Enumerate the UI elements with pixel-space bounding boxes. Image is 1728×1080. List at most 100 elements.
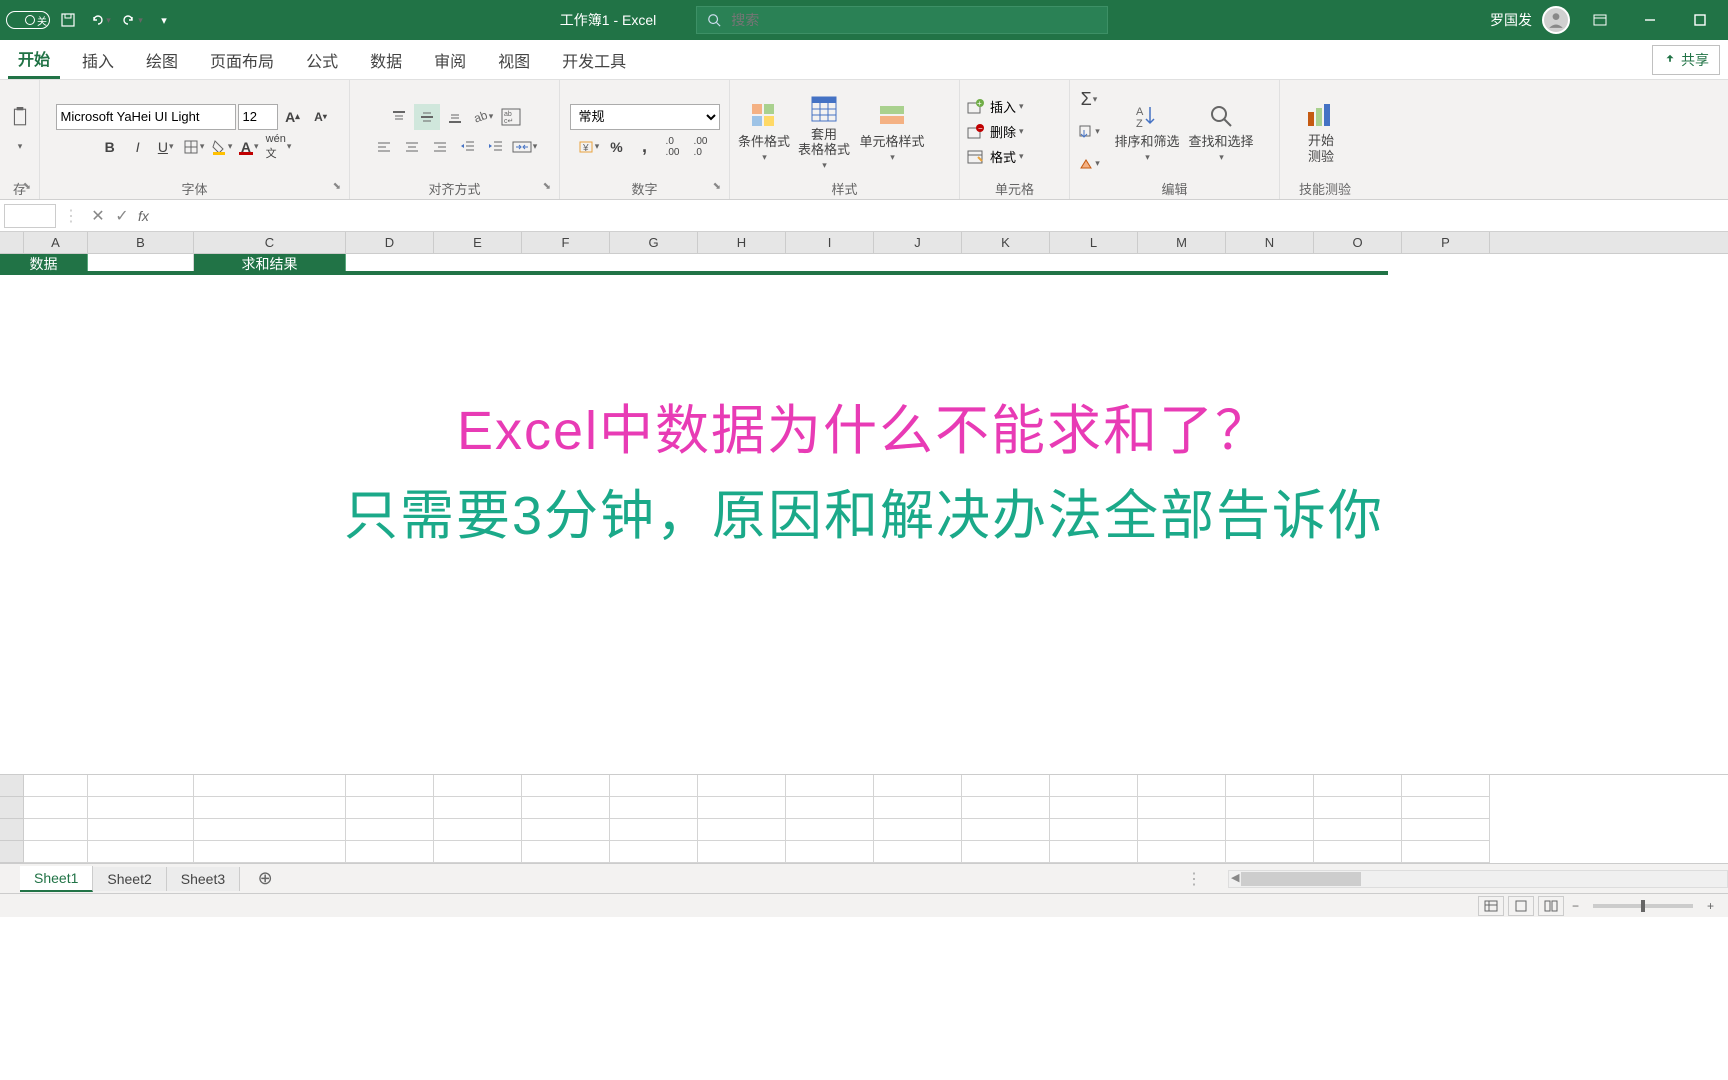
dialog-launcher-icon[interactable]: ⬊ <box>23 181 31 192</box>
clear-icon[interactable]: ▾ <box>1076 151 1102 177</box>
tab-home[interactable]: 开始 <box>8 40 60 79</box>
phonetic-icon[interactable]: wén文▾ <box>265 134 293 160</box>
italic-button[interactable]: I <box>125 134 151 160</box>
sheet-tab-1[interactable]: Sheet1 <box>20 866 93 892</box>
tab-draw[interactable]: 绘图 <box>136 40 188 79</box>
font-color-icon[interactable]: A▾ <box>237 134 263 160</box>
wrap-text-icon[interactable]: abc↵ <box>498 104 524 130</box>
border-icon[interactable]: ▾ <box>181 134 207 160</box>
column-header-D[interactable]: D <box>346 232 434 253</box>
select-all-corner[interactable] <box>0 232 24 253</box>
font-size-select[interactable] <box>238 104 278 130</box>
zoom-slider[interactable] <box>1593 904 1693 908</box>
tab-formulas[interactable]: 公式 <box>296 40 348 79</box>
format-cells-button[interactable]: 格式▾ <box>966 147 1024 166</box>
column-header-J[interactable]: J <box>874 232 962 253</box>
cell-styles-button[interactable]: 单元格样式▾ <box>856 96 928 166</box>
fill-color-icon[interactable]: ▾ <box>209 134 235 160</box>
column-header-F[interactable]: F <box>522 232 610 253</box>
normal-view-icon[interactable] <box>1478 896 1504 916</box>
undo-icon[interactable]: ▾ <box>86 6 114 34</box>
decrease-font-icon[interactable]: A▾ <box>308 104 334 130</box>
decrease-indent-icon[interactable] <box>455 134 481 160</box>
format-as-table-button[interactable]: 套用 表格格式▾ <box>796 89 852 175</box>
orientation-icon[interactable]: ab▾ <box>470 104 496 130</box>
column-header-H[interactable]: H <box>698 232 786 253</box>
page-break-view-icon[interactable] <box>1538 896 1564 916</box>
cell-a1[interactable]: 数据 <box>0 254 88 274</box>
column-header-O[interactable]: O <box>1314 232 1402 253</box>
align-middle-icon[interactable] <box>414 104 440 130</box>
align-right-icon[interactable] <box>427 134 453 160</box>
cell-c1[interactable]: 求和结果 <box>194 254 346 274</box>
column-header-L[interactable]: L <box>1050 232 1138 253</box>
tab-insert[interactable]: 插入 <box>72 40 124 79</box>
align-left-icon[interactable] <box>371 134 397 160</box>
accounting-format-icon[interactable]: ¥▾ <box>576 134 602 160</box>
tab-view[interactable]: 视图 <box>488 40 540 79</box>
delete-cells-button[interactable]: −删除▾ <box>966 122 1024 141</box>
align-center-icon[interactable] <box>399 134 425 160</box>
sheet-tab-3[interactable]: Sheet3 <box>167 867 240 891</box>
search-input[interactable] <box>731 12 1097 28</box>
column-header-C[interactable]: C <box>194 232 346 253</box>
column-header-A[interactable]: A <box>24 232 88 253</box>
tab-review[interactable]: 审阅 <box>424 40 476 79</box>
enter-formula-icon[interactable]: ✓ <box>110 204 134 228</box>
percent-icon[interactable]: % <box>604 134 630 160</box>
zoom-out-button[interactable]: − <box>1568 899 1583 913</box>
column-header-N[interactable]: N <box>1226 232 1314 253</box>
search-box[interactable] <box>696 6 1108 34</box>
merge-center-icon[interactable]: ▾ <box>511 134 539 160</box>
conditional-format-button[interactable]: 条件格式▾ <box>736 96 792 166</box>
worksheet-grid[interactable]: 数据 求和结果 Excel中数据为什么不能求和了？ 只需要3分钟，原因和解决办法… <box>0 254 1728 774</box>
align-top-icon[interactable] <box>386 104 412 130</box>
ribbon-display-icon[interactable] <box>1580 6 1620 34</box>
cell-b1[interactable] <box>88 254 194 274</box>
column-header-E[interactable]: E <box>434 232 522 253</box>
column-header-M[interactable]: M <box>1138 232 1226 253</box>
column-header-K[interactable]: K <box>962 232 1050 253</box>
clipboard-dropdown[interactable]: ▾ <box>7 134 33 160</box>
autosum-icon[interactable]: Σ▾ <box>1076 87 1102 113</box>
insert-cells-button[interactable]: +插入▾ <box>966 97 1024 116</box>
qat-customize-icon[interactable]: ▾ <box>150 6 178 34</box>
share-button[interactable]: 共享 <box>1652 45 1720 75</box>
fill-icon[interactable]: ▾ <box>1076 119 1102 145</box>
increase-font-icon[interactable]: A▴ <box>280 104 306 130</box>
tab-data[interactable]: 数据 <box>360 40 412 79</box>
autosave-toggle[interactable]: 关 <box>6 11 50 29</box>
fx-icon[interactable]: fx <box>138 208 149 224</box>
maximize-icon[interactable] <box>1680 6 1720 34</box>
user-avatar[interactable] <box>1542 6 1570 34</box>
zoom-in-button[interactable]: + <box>1703 899 1718 913</box>
bold-button[interactable]: B <box>97 134 123 160</box>
add-sheet-button[interactable]: ⊕ <box>250 868 280 889</box>
name-box[interactable] <box>4 204 56 228</box>
save-icon[interactable] <box>54 6 82 34</box>
dialog-launcher-icon[interactable]: ⬊ <box>713 181 721 192</box>
underline-button[interactable]: U▾ <box>153 134 179 160</box>
font-name-select[interactable] <box>56 104 236 130</box>
increase-indent-icon[interactable] <box>483 134 509 160</box>
dialog-launcher-icon[interactable]: ⬊ <box>543 181 551 192</box>
comma-icon[interactable]: , <box>632 134 658 160</box>
tab-developer[interactable]: 开发工具 <box>552 40 636 79</box>
sheet-tab-2[interactable]: Sheet2 <box>93 867 166 891</box>
redo-icon[interactable]: ▾ <box>118 6 146 34</box>
formula-input[interactable] <box>153 204 1728 228</box>
cancel-formula-icon[interactable]: ✕ <box>86 204 110 228</box>
start-test-button[interactable]: 开始 测验 <box>1286 95 1356 168</box>
increase-decimal-icon[interactable]: .0.00 <box>660 134 686 160</box>
align-bottom-icon[interactable] <box>442 104 468 130</box>
column-header-G[interactable]: G <box>610 232 698 253</box>
dialog-launcher-icon[interactable]: ⬊ <box>333 181 341 192</box>
number-format-select[interactable]: 常规 <box>570 104 720 130</box>
tab-page-layout[interactable]: 页面布局 <box>200 40 284 79</box>
page-layout-view-icon[interactable] <box>1508 896 1534 916</box>
column-header-P[interactable]: P <box>1402 232 1490 253</box>
decrease-decimal-icon[interactable]: .00.0 <box>688 134 714 160</box>
sort-filter-button[interactable]: AZ 排序和筛选▾ <box>1112 96 1182 166</box>
minimize-icon[interactable] <box>1630 6 1670 34</box>
paste-icon[interactable] <box>7 104 33 130</box>
